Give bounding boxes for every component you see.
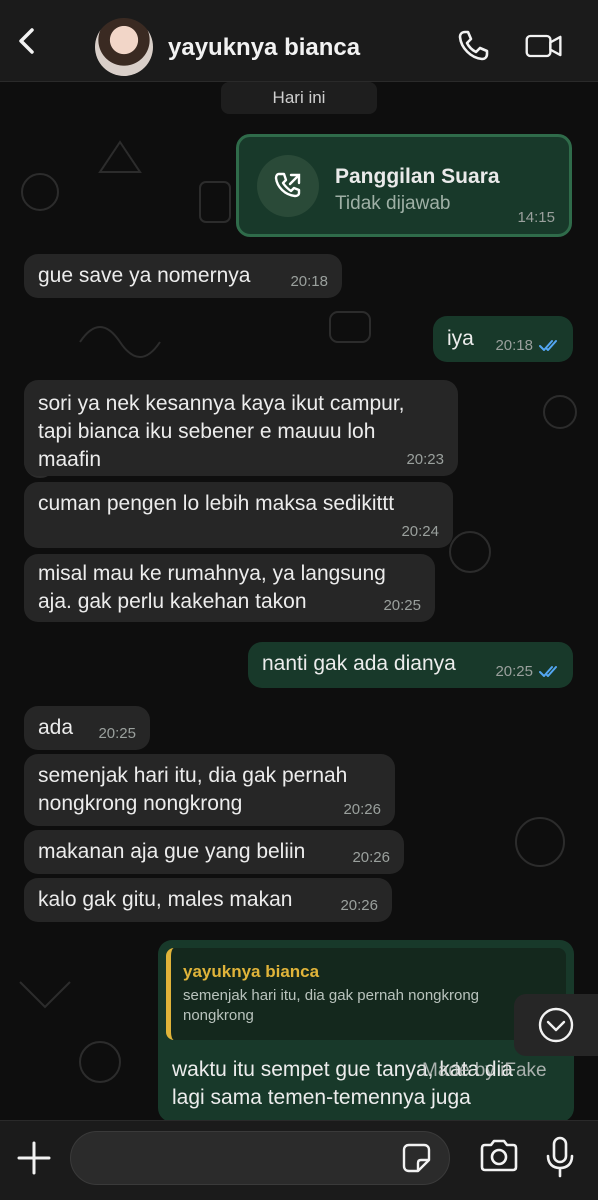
message-time: 20:18: [290, 273, 328, 290]
call-status: Tidak dijawab: [335, 193, 451, 214]
message-input[interactable]: [70, 1131, 450, 1185]
message-bubble[interactable]: ada 20:25: [24, 706, 150, 750]
composer-bar: [0, 1120, 598, 1200]
video-camera-icon[interactable]: [524, 28, 564, 64]
message-bubble[interactable]: misal mau ke rumahnya, ya langsung aja. …: [24, 554, 435, 622]
message-text: iya: [447, 327, 474, 350]
quoted-sender-name: yayuknya bianca: [183, 962, 320, 981]
date-separator: Hari ini: [221, 82, 377, 114]
outgoing-call-icon: [274, 172, 301, 198]
back-arrow-icon[interactable]: [12, 26, 42, 56]
read-receipt-icon: [539, 666, 557, 677]
message-bubble[interactable]: nanti gak ada dianya 20:25: [248, 642, 573, 688]
message-text: makanan aja gue yang beliin: [38, 840, 306, 863]
message-time: 20:25: [495, 663, 533, 680]
message-time: 20:24: [401, 523, 439, 540]
message-text: cuman pengen lo lebih maksa sedikittt: [38, 492, 395, 515]
message-time: 20:26: [340, 897, 378, 914]
message-time: 14:15: [517, 209, 555, 226]
contact-avatar[interactable]: [95, 18, 153, 76]
message-bubble[interactable]: iya 20:18: [433, 316, 573, 362]
message-time: 20:23: [406, 451, 444, 468]
call-title: Panggilan Suara: [335, 165, 500, 188]
voice-call-bubble[interactable]: Panggilan Suara Tidak dijawab 14:15: [236, 134, 572, 237]
chat-header: yayuknya bianca: [0, 0, 598, 82]
quoted-text: semenjak hari itu, dia gak pernah nongkr…: [183, 987, 480, 1024]
message-time: 20:25: [98, 725, 136, 742]
message-time: 20:25: [383, 597, 421, 614]
phone-icon[interactable]: [455, 28, 495, 64]
message-bubble[interactable]: semenjak hari itu, dia gak pernah nongkr…: [24, 754, 395, 826]
message-bubble[interactable]: kalo gak gitu, males makan 20:26: [24, 878, 392, 922]
message-text: misal mau ke rumahnya, ya langsung aja. …: [38, 562, 386, 613]
chat-area[interactable]: Hari ini Panggilan Suara Tidak dijawab 1…: [0, 82, 598, 1120]
camera-icon[interactable]: [478, 1137, 520, 1175]
message-bubble[interactable]: sori ya nek kesannya kaya ikut campur, t…: [24, 380, 458, 476]
watermark: Made by iFake: [422, 1060, 547, 1081]
message-bubble[interactable]: gue save ya nomernya 20:18: [24, 254, 342, 298]
read-receipt-icon: [539, 340, 557, 351]
call-log-icon-wrap: [257, 155, 319, 217]
microphone-icon[interactable]: [542, 1135, 578, 1179]
message-text: sori ya nek kesannya kaya ikut campur, t…: [38, 392, 405, 471]
message-text: semenjak hari itu, dia gak pernah nongkr…: [38, 764, 348, 815]
message-text: nanti gak ada dianya: [262, 652, 456, 675]
message-bubble[interactable]: makanan aja gue yang beliin 20:26: [24, 830, 404, 874]
scroll-down-button[interactable]: [514, 994, 598, 1056]
message-time: 20:18: [495, 337, 533, 354]
reply-message-bubble[interactable]: yayuknya bianca semenjak hari itu, dia g…: [158, 940, 574, 1120]
message-bubble[interactable]: cuman pengen lo lebih maksa sedikittt 20…: [24, 482, 453, 548]
sticker-icon[interactable]: [399, 1141, 433, 1175]
message-time: 20:26: [352, 849, 390, 866]
message-time: 20:26: [343, 801, 381, 818]
plus-icon[interactable]: [14, 1135, 54, 1181]
chevron-down-icon: [538, 1007, 574, 1043]
quoted-message[interactable]: yayuknya bianca semenjak hari itu, dia g…: [166, 948, 566, 1040]
contact-name[interactable]: yayuknya bianca: [168, 34, 360, 62]
message-text: ada: [38, 716, 74, 739]
message-text: kalo gak gitu, males makan: [38, 888, 293, 911]
message-text: gue save ya nomernya: [38, 264, 251, 287]
